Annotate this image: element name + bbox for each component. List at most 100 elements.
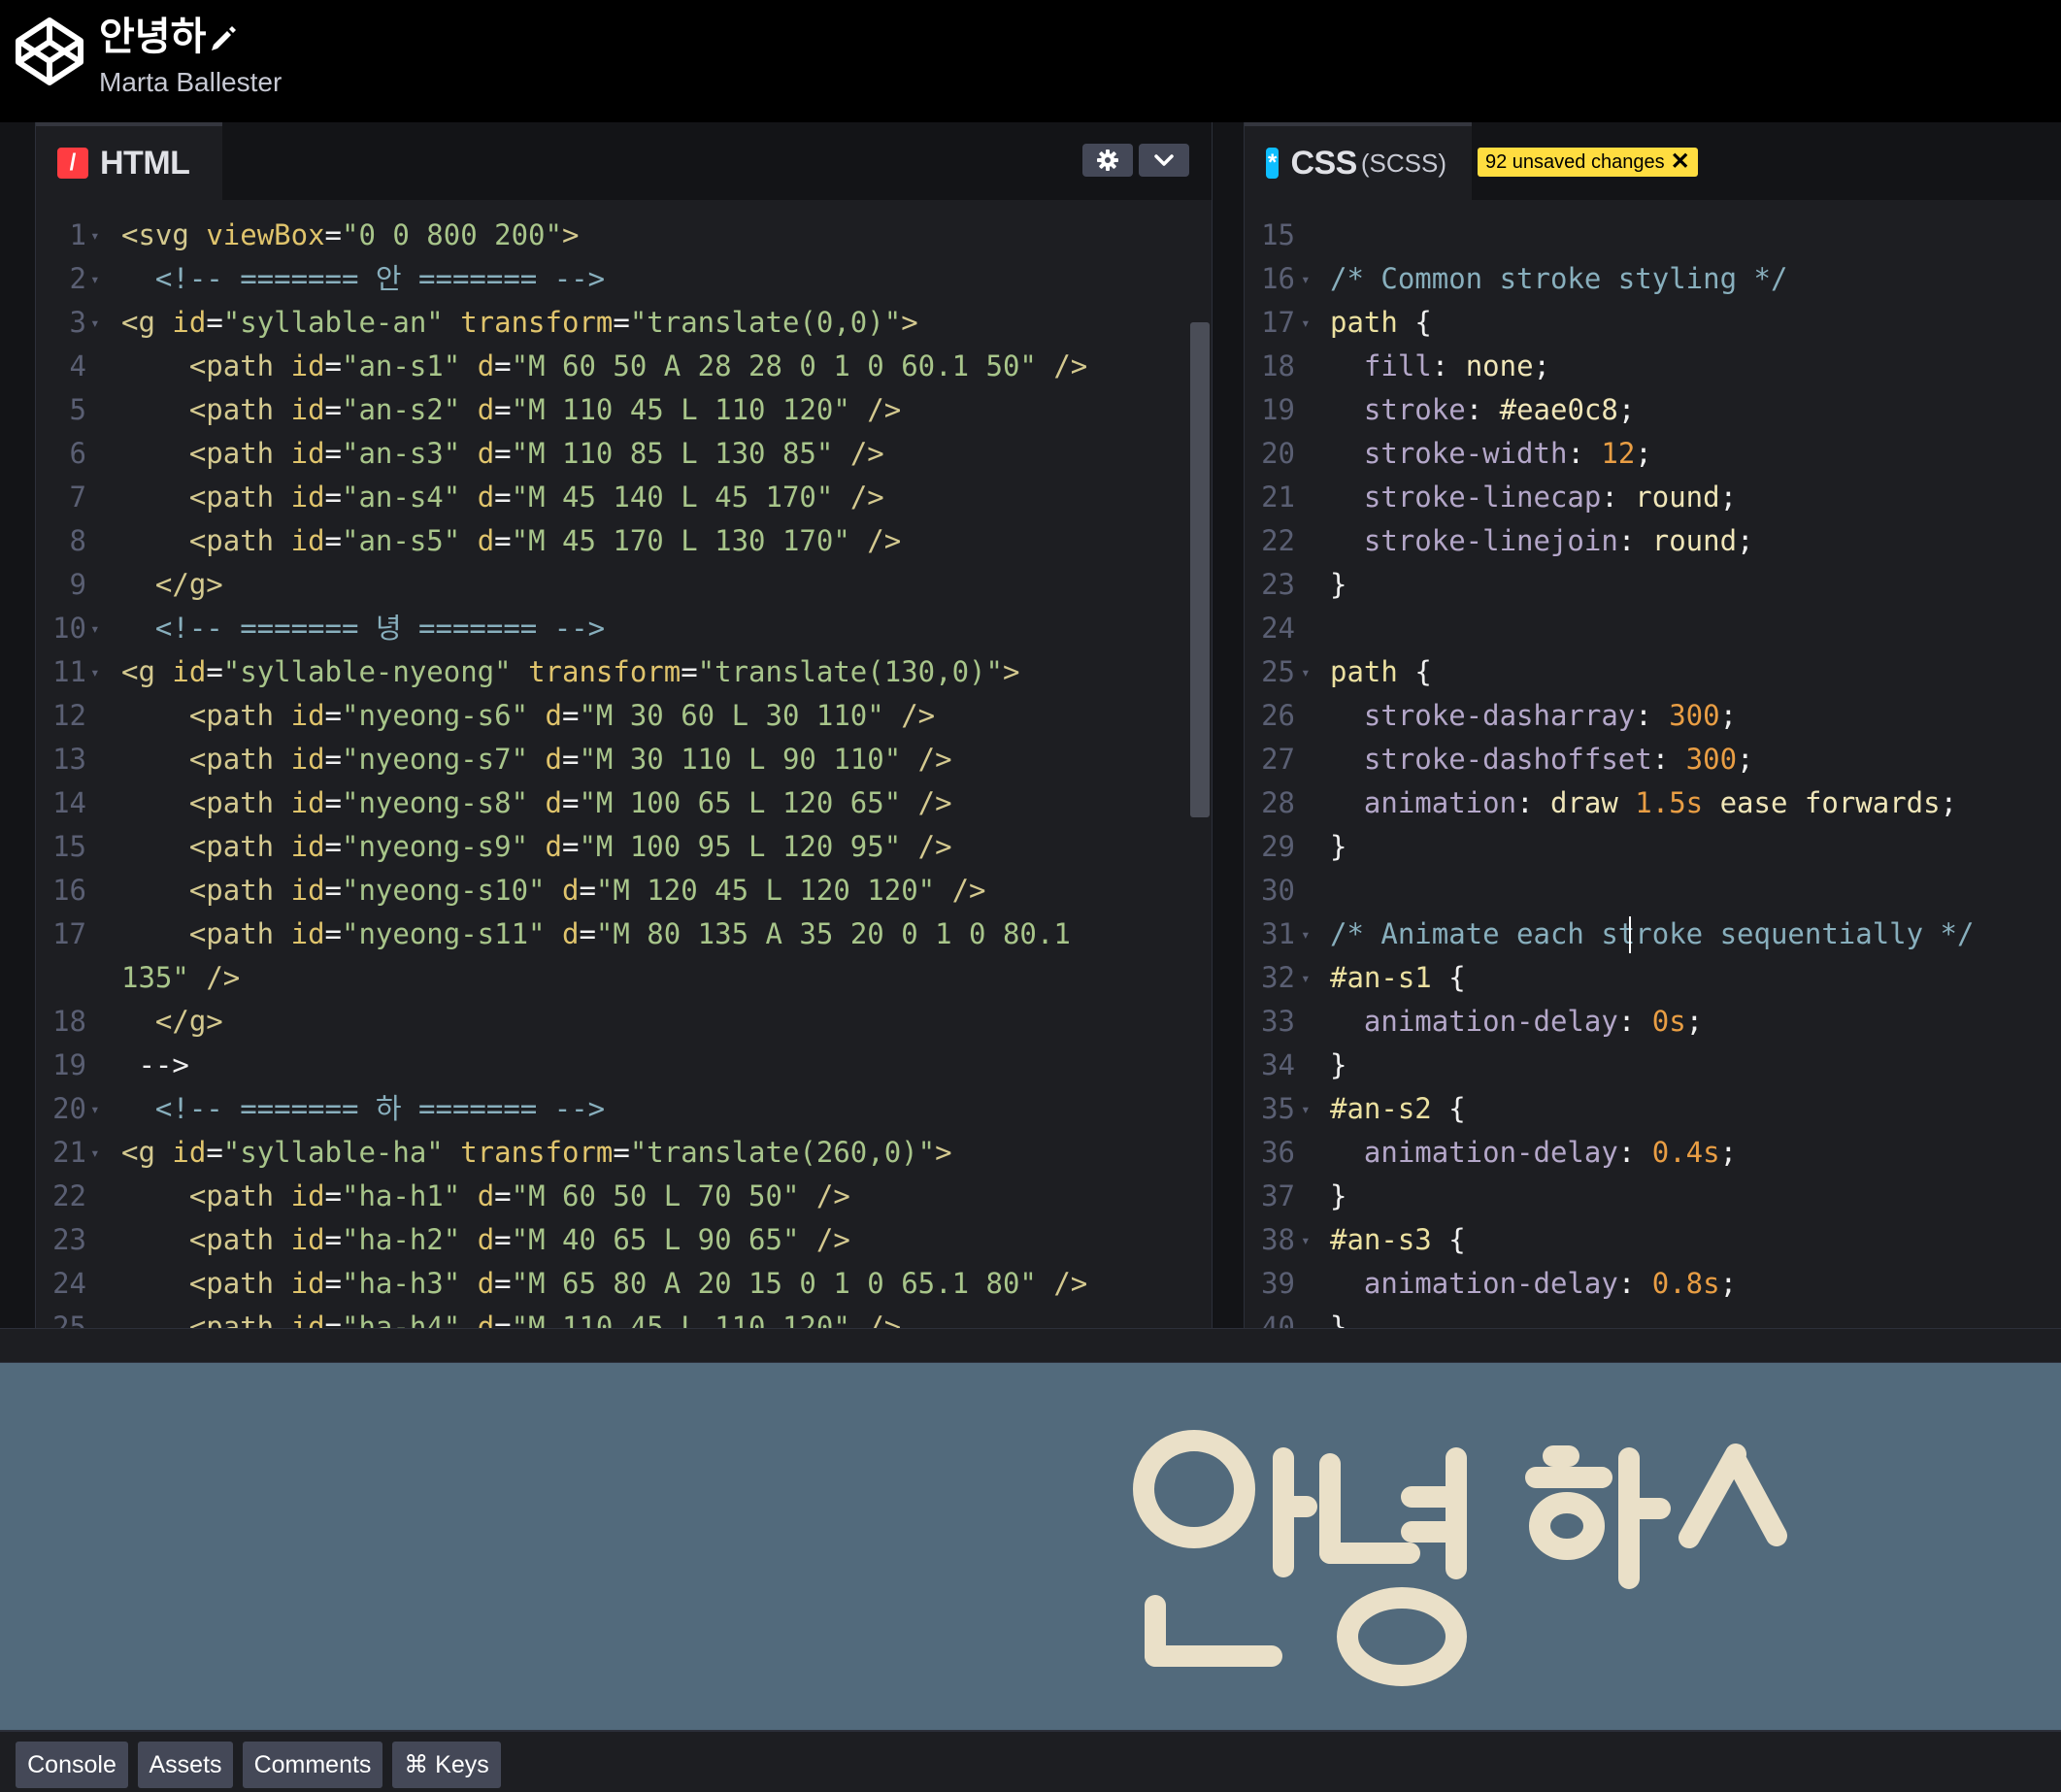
html-code-line[interactable]: 16 <path id="nyeong-s10" d="M 120 45 L 1… <box>36 869 1212 913</box>
html-code-line[interactable]: 25 <path id="ha-h4" d="M 110 45 L 110 12… <box>36 1306 1212 1328</box>
css-code-line[interactable]: 29} <box>1245 825 2061 869</box>
fold-caret-icon[interactable]: ▾ <box>90 1087 106 1131</box>
css-code-line[interactable]: 36 animation-delay: 0.4s; <box>1245 1131 2061 1175</box>
line-number: 17 <box>1261 306 1295 339</box>
code-token: animation <box>1330 786 1517 819</box>
css-code-line[interactable]: 40} <box>1245 1306 2061 1328</box>
codepen-logo-icon[interactable] <box>14 16 85 87</box>
css-code-line[interactable]: 23} <box>1245 563 2061 607</box>
html-code-line[interactable]: 13 <path id="nyeong-s7" d="M 30 110 L 90… <box>36 738 1212 781</box>
html-code-line[interactable]: 23 <path id="ha-h2" d="M 40 65 L 90 65" … <box>36 1218 1212 1262</box>
fold-caret-icon[interactable]: ▾ <box>90 214 106 257</box>
html-code-line[interactable]: 19 --> <box>36 1044 1212 1087</box>
html-scrollbar-thumb[interactable] <box>1190 322 1210 817</box>
editor-resize-divider[interactable] <box>1212 122 1245 1328</box>
css-code-line[interactable]: 26 stroke-dasharray: 300; <box>1245 694 2061 738</box>
css-code-line[interactable]: 22 stroke-linejoin: round; <box>1245 519 2061 563</box>
html-code-line[interactable]: 12 <path id="nyeong-s6" d="M 30 60 L 30 … <box>36 694 1212 738</box>
code-token: "M 120 45 L 120 120" <box>595 874 952 907</box>
html-code-line[interactable]: 8 <path id="an-s5" d="M 45 170 L 130 170… <box>36 519 1212 563</box>
fold-caret-icon[interactable]: ▾ <box>1301 301 1316 345</box>
html-code-line[interactable]: 7 <path id="an-s4" d="M 45 140 L 45 170"… <box>36 476 1212 519</box>
css-code-line[interactable]: 34} <box>1245 1044 2061 1087</box>
css-code-line[interactable]: 39 animation-delay: 0.8s; <box>1245 1262 2061 1306</box>
code-token: = <box>494 1311 512 1328</box>
assets-button[interactable]: Assets <box>138 1742 233 1788</box>
fold-caret-icon[interactable]: ▾ <box>90 257 106 301</box>
html-code-area[interactable]: 1 ▾ <svg viewBox="0 0 800 200"> 2 ▾ <!-- ===… <box>36 200 1212 1328</box>
css-code-line[interactable]: 19 stroke: #eae0c8; <box>1245 388 2061 432</box>
css-code-line[interactable]: 18 fill: none; <box>1245 345 2061 388</box>
css-code-line[interactable]: 25 ▾ path { <box>1245 650 2061 694</box>
html-code-line[interactable]: 135" /> <box>36 956 1212 1000</box>
css-code-line[interactable]: 37} <box>1245 1175 2061 1218</box>
css-code-area[interactable]: 15 16 ▾/* Common stroke styling */17 ▾ path … <box>1245 200 2061 1328</box>
css-code-line[interactable]: 21 stroke-linecap: round; <box>1245 476 2061 519</box>
fold-caret-icon[interactable]: ▾ <box>90 607 106 650</box>
code-token: "an-s5" <box>342 524 478 557</box>
fold-caret-icon[interactable]: ▾ <box>1301 257 1316 301</box>
tab-css[interactable]: * CSS (SCSS) <box>1245 122 1472 200</box>
html-collapse-button[interactable] <box>1139 144 1189 177</box>
fold-caret-icon[interactable]: ▾ <box>90 1131 106 1175</box>
css-asterisk-icon: * <box>1266 148 1280 179</box>
html-code-line[interactable]: 4 <path id="an-s1" d="M 60 50 A 28 28 0 … <box>36 345 1212 388</box>
css-code-line[interactable]: 17 ▾ path { <box>1245 301 2061 345</box>
html-code-line[interactable]: 14 <path id="nyeong-s8" d="M 100 65 L 12… <box>36 781 1212 825</box>
fold-caret-icon[interactable]: ▾ <box>90 301 106 345</box>
css-code-line[interactable]: 35 ▾ #an-s2 { <box>1245 1087 2061 1131</box>
fold-caret-icon[interactable]: ▾ <box>1301 1087 1316 1131</box>
html-code-line[interactable]: 24 <path id="ha-h3" d="M 65 80 A 20 15 0… <box>36 1262 1212 1306</box>
fold-caret-icon[interactable]: ▾ <box>1301 956 1316 1000</box>
tab-html[interactable]: / HTML <box>36 122 222 200</box>
html-code-line[interactable]: 20 ▾ <!-- ======= 하 ======= --> <box>36 1087 1212 1131</box>
css-code-line[interactable]: 15 <box>1245 214 2061 257</box>
css-code-line[interactable]: 27 stroke-dashoffset: 300; <box>1245 738 2061 781</box>
html-code-line[interactable]: 3 ▾ <g id="syllable-an" transform="transla… <box>36 301 1212 345</box>
console-button[interactable]: Console <box>16 1742 128 1788</box>
code-token: /> <box>815 1223 850 1256</box>
comments-button[interactable]: Comments <box>243 1742 382 1788</box>
code-token: stroke-linecap <box>1330 481 1602 514</box>
pen-title[interactable]: 안녕하 <box>99 12 206 62</box>
pencil-edit-icon[interactable] <box>206 21 239 54</box>
html-code-line[interactable]: 11 ▾ <g id="syllable-nyeong" transform="tr… <box>36 650 1212 694</box>
code-token: id <box>290 481 325 514</box>
keys-button[interactable]: ⌘ Keys <box>392 1742 501 1788</box>
unsaved-changes-badge[interactable]: 92 unsaved changes ✕ <box>1478 148 1698 177</box>
css-code-line[interactable]: 30 <box>1245 869 2061 913</box>
html-code-line[interactable]: 10 ▾ <!-- ======= 녕 ======= --> <box>36 607 1212 650</box>
html-code-line[interactable]: 22 <path id="ha-h1" d="M 60 50 L 70 50" … <box>36 1175 1212 1218</box>
code-token: transform <box>528 655 681 688</box>
pen-author[interactable]: Marta Ballester <box>99 66 282 99</box>
css-code-line[interactable]: 38 ▾ #an-s3 { <box>1245 1218 2061 1262</box>
preview-resize-bar[interactable] <box>0 1328 2061 1363</box>
code-token: = <box>324 917 342 950</box>
close-icon[interactable]: ✕ <box>1671 150 1690 174</box>
html-code-line[interactable]: 17 <path id="nyeong-s11" d="M 80 135 A 3… <box>36 913 1212 956</box>
code-token: = <box>681 655 698 688</box>
ha-h3 <box>1529 1492 1605 1560</box>
html-code-line[interactable]: 9 </g> <box>36 563 1212 607</box>
html-code-line[interactable]: 6 <path id="an-s3" d="M 110 85 L 130 85"… <box>36 432 1212 476</box>
html-settings-button[interactable] <box>1082 144 1133 177</box>
css-code-line[interactable]: 32 ▾ #an-s1 { <box>1245 956 2061 1000</box>
html-code-line[interactable]: 1 ▾ <svg viewBox="0 0 800 200"> <box>36 214 1212 257</box>
line-number: 9 <box>69 568 86 601</box>
css-code-line[interactable]: 16 ▾ /* Common stroke styling */ <box>1245 257 2061 301</box>
css-code-line[interactable]: 24 <box>1245 607 2061 650</box>
html-code-line[interactable]: 21 ▾ <g id="syllable-ha" transform="transl… <box>36 1131 1212 1175</box>
html-code-line[interactable]: 15 <path id="nyeong-s9" d="M 100 95 L 12… <box>36 825 1212 869</box>
html-code-line[interactable]: 2 ▾ <!-- ======= 안 ======= --> <box>36 257 1212 301</box>
html-code-line[interactable]: 5 <path id="an-s2" d="M 110 45 L 110 120… <box>36 388 1212 432</box>
css-code-line[interactable]: 28 animation: draw 1.5s ease forwards; <box>1245 781 2061 825</box>
html-code-line[interactable]: 18 </g> <box>36 1000 1212 1044</box>
fold-caret-icon[interactable]: ▾ <box>1301 650 1316 694</box>
code-token: /> <box>867 524 902 557</box>
fold-caret-icon[interactable]: ▾ <box>1301 913 1316 956</box>
css-code-line[interactable]: 33 animation-delay: 0s; <box>1245 1000 2061 1044</box>
fold-caret-icon[interactable]: ▾ <box>1301 1218 1316 1262</box>
css-code-line[interactable]: 20 stroke-width: 12; <box>1245 432 2061 476</box>
fold-caret-icon[interactable]: ▾ <box>90 650 106 694</box>
css-code-line[interactable]: 31 ▾ /* Animate each stroke sequentially *… <box>1245 913 2061 956</box>
